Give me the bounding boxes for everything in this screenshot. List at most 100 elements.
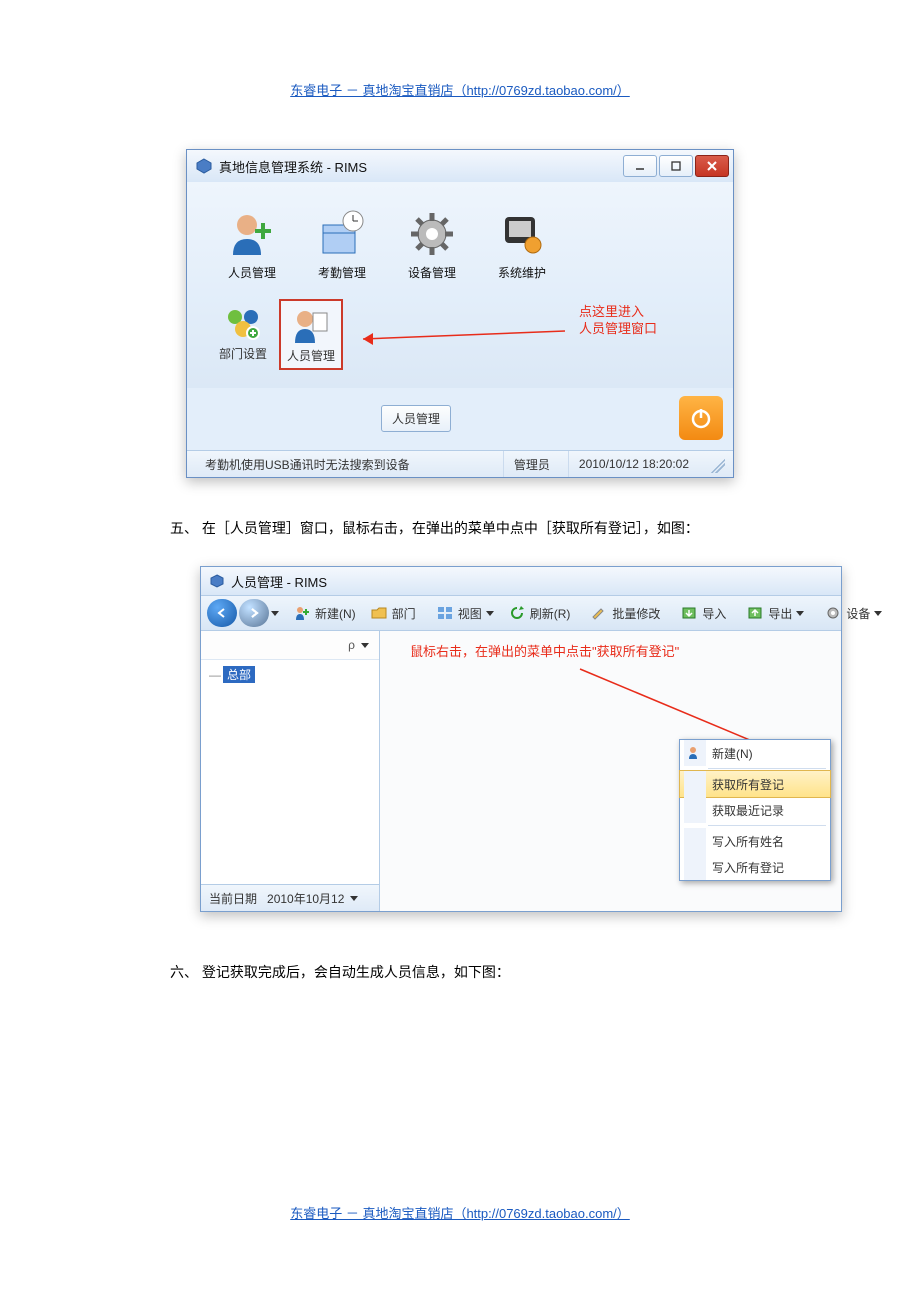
page-footer: 东睿电子 － 真地淘宝直销店（http://0769zd.taobao.com/… <box>0 1203 920 1222</box>
export-dropdown-icon <box>796 611 804 616</box>
blank-icon <box>684 797 706 823</box>
context-menu: 新建(N) 获取所有登记 获取最近记录 写入所有姓名 <box>679 739 831 881</box>
dept-button[interactable]: 部门 <box>364 601 422 625</box>
blank-icon <box>684 854 706 880</box>
minimize-button[interactable] <box>623 155 657 177</box>
batch-edit-button[interactable]: 批量修改 <box>584 601 666 625</box>
status-datetime: 2010/10/12 18:20:02 <box>568 451 699 477</box>
ctx-label: 写入所有登记 <box>712 859 784 876</box>
view-label: 视图 <box>458 605 482 622</box>
nav-back-button[interactable] <box>207 599 237 627</box>
nav-history-dropdown[interactable] <box>271 611 279 616</box>
instruction-5: 五、 在［人员管理］窗口，鼠标右击，在弹出的菜单中点中［获取所有登记］，如图： <box>170 518 790 538</box>
main-toolbar: 人员管理 考勤管理 设备管理 系统维护 <box>187 182 733 293</box>
content-area[interactable]: 鼠标右击，在弹出的菜单中点击"获取所有登记" 新建(N) 获取所有登记 <box>380 631 841 911</box>
maximize-button[interactable] <box>659 155 693 177</box>
toolbar-personnel[interactable]: 人员管理 <box>211 204 293 285</box>
export-icon <box>746 604 764 622</box>
toolbar-system[interactable]: 系统维护 <box>481 204 563 285</box>
person-add-icon <box>226 208 278 260</box>
ctx-label: 获取最近记录 <box>712 802 784 819</box>
view-dropdown-icon <box>486 611 494 616</box>
title-bar: 真地信息管理系统 - RIMS <box>187 150 733 182</box>
footer-link[interactable]: 东睿电子 － 真地淘宝直销店（http://0769zd.taobao.com/… <box>290 1206 630 1221</box>
ctx-label: 获取所有登记 <box>712 776 784 793</box>
refresh-button[interactable]: 刷新(R) <box>502 601 577 625</box>
annotation-text: 点这里进入 人员管理窗口 <box>579 303 657 337</box>
person-add-icon <box>293 604 311 622</box>
subitem-personnel[interactable]: 人员管理 <box>279 299 343 370</box>
current-date-label: 当前日期 <box>209 890 257 907</box>
resize-grip[interactable] <box>707 455 725 473</box>
toolbar-label: 设备管理 <box>408 264 456 281</box>
ctx-get-all-reg[interactable]: 获取所有登记 <box>679 770 831 798</box>
subitem-label: 人员管理 <box>287 347 335 364</box>
page-header: 东睿电子 － 真地淘宝直销店（http://0769zd.taobao.com/… <box>0 80 920 99</box>
ctx-get-recent[interactable]: 获取最近记录 <box>680 797 830 823</box>
app-icon <box>195 157 213 175</box>
gear-icon <box>406 208 458 260</box>
ctx-label: 新建(N) <box>712 745 753 762</box>
annotation-text: 鼠标右击，在弹出的菜单中点击"获取所有登记" <box>410 641 679 660</box>
annotation-arrow <box>355 311 575 371</box>
tree-root-item[interactable]: — 总部 <box>209 666 379 683</box>
nav-forward-button[interactable] <box>239 599 269 627</box>
ctx-write-names[interactable]: 写入所有姓名 <box>680 828 830 854</box>
device-label: 设备 <box>846 605 870 622</box>
blank-icon <box>684 771 706 797</box>
sidebar: ρ — 总部 当前日期 2010年10月12 <box>201 631 380 911</box>
subitem-label: 部门设置 <box>219 345 267 362</box>
device-button[interactable]: 设备 <box>818 601 888 625</box>
toolbar-label: 系统维护 <box>498 264 546 281</box>
department-tree[interactable]: — 总部 <box>201 660 379 884</box>
import-icon <box>680 604 698 622</box>
status-user: 管理员 <box>503 451 560 477</box>
new-button[interactable]: 新建(N) <box>287 601 362 625</box>
view-icon <box>436 604 454 622</box>
screenshot-rims-main: 真地信息管理系统 - RIMS 人员管理 考勤管理 <box>186 149 734 478</box>
search-dropdown-icon <box>361 643 369 648</box>
tooltip-row: 人员管理 <box>187 388 733 450</box>
toolbar-label: 考勤管理 <box>318 264 366 281</box>
instruction-6: 六、 登记获取完成后，会自动生成人员信息，如下图： <box>170 962 790 982</box>
refresh-icon <box>508 604 526 622</box>
maintenance-icon <box>496 208 548 260</box>
search-bar[interactable]: ρ <box>201 631 379 660</box>
dept-label: 部门 <box>392 605 416 622</box>
toolbar-device[interactable]: 设备管理 <box>391 204 473 285</box>
window-title: 真地信息管理系统 - RIMS <box>219 157 623 176</box>
department-icon <box>223 303 263 343</box>
bottom-bar: 当前日期 2010年10月12 <box>201 884 379 911</box>
window-title: 人员管理 - RIMS <box>231 572 327 591</box>
person-card-icon <box>291 305 331 345</box>
close-button[interactable] <box>695 155 729 177</box>
title-bar: 人员管理 - RIMS <box>201 567 841 596</box>
ctx-write-all-reg[interactable]: 写入所有登记 <box>680 854 830 880</box>
tree-root-label: 总部 <box>223 666 255 683</box>
toolbar: 新建(N) 部门 视图 刷新(R) 批量修改 <box>201 596 841 631</box>
tooltip-box: 人员管理 <box>381 405 451 432</box>
header-link[interactable]: 东睿电子 － 真地淘宝直销店（http://0769zd.taobao.com/… <box>290 83 630 98</box>
app-icon <box>209 573 225 589</box>
date-dropdown-icon <box>350 896 358 901</box>
ctx-new[interactable]: 新建(N) <box>680 740 830 766</box>
refresh-label: 刷新(R) <box>530 605 571 622</box>
device-dropdown-icon <box>874 611 882 616</box>
export-button[interactable]: 导出 <box>740 601 810 625</box>
date-picker[interactable]: 2010年10月12 <box>267 890 358 907</box>
current-date-value: 2010年10月12 <box>267 890 344 907</box>
new-label: 新建(N) <box>315 605 356 622</box>
power-button[interactable] <box>679 396 723 440</box>
import-button[interactable]: 导入 <box>674 601 732 625</box>
edit-icon <box>590 604 608 622</box>
subitem-department[interactable]: 部门设置 <box>211 299 275 370</box>
toolbar-attendance[interactable]: 考勤管理 <box>301 204 383 285</box>
blank-icon <box>684 828 706 854</box>
sub-toolbar: 部门设置 人员管理 点这里进入 人员管理窗口 <box>187 293 733 388</box>
folder-icon <box>370 604 388 622</box>
view-button[interactable]: 视图 <box>430 601 500 625</box>
export-label: 导出 <box>768 605 792 622</box>
toolbar-label: 人员管理 <box>228 264 276 281</box>
person-add-icon <box>684 740 706 766</box>
import-label: 导入 <box>702 605 726 622</box>
